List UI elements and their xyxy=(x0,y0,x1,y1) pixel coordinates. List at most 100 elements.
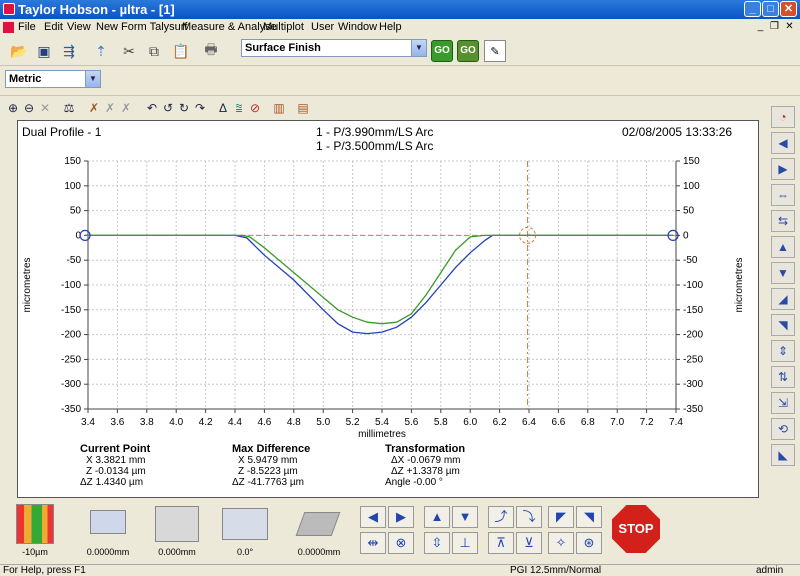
save-all-icon[interactable]: ⇶ xyxy=(58,40,80,62)
program-icon[interactable]: ✎ xyxy=(484,40,506,62)
document-icon[interactable] xyxy=(3,22,14,33)
mdi-restore-button[interactable]: ❐ xyxy=(768,21,781,33)
tilt-down-icon[interactable]: ◥ xyxy=(771,314,795,336)
x-axis-icon[interactable] xyxy=(90,510,126,534)
stop-button[interactable]: STOP xyxy=(612,505,660,553)
menu-window[interactable]: Window xyxy=(338,21,377,33)
run-icon[interactable]: ⇡ xyxy=(90,40,112,62)
mdi-close-button[interactable]: ✕ xyxy=(783,21,796,33)
gauge-range-icon[interactable] xyxy=(16,504,54,544)
level-left-icon[interactable]: ◀ xyxy=(771,132,795,154)
rotate-left-button[interactable]: ◤ xyxy=(548,506,574,528)
paste-icon[interactable]: 📋 xyxy=(170,40,192,62)
menu-user[interactable]: User xyxy=(311,21,334,33)
x-tick-label: 5.8 xyxy=(434,417,448,428)
save-icon[interactable]: ▣ xyxy=(33,40,55,62)
max-difference-z: Z -8.5223 µm xyxy=(238,466,298,477)
menu-multiplot[interactable]: Multiplot xyxy=(263,21,304,33)
chevron-down-icon[interactable]: ▼ xyxy=(85,71,100,87)
close-button[interactable]: ✕ xyxy=(780,1,797,17)
menu-edit[interactable]: Edit xyxy=(44,21,63,33)
y-tick-label-right: 0 xyxy=(683,230,689,241)
tilt-up-icon[interactable]: ◢ xyxy=(771,288,795,310)
y-tick-label-right: -300 xyxy=(683,379,703,390)
move-up-icon[interactable]: ▲ xyxy=(771,236,795,258)
cursor-2-icon[interactable]: ✗ xyxy=(102,100,118,116)
stretch-horizontal-icon[interactable]: ⇔ xyxy=(771,184,795,206)
y-tick-label-right: -350 xyxy=(683,404,703,415)
y-tick-label-right: 150 xyxy=(683,156,700,167)
cursor-icon[interactable]: ✗ xyxy=(86,100,102,116)
menu-file[interactable]: File xyxy=(18,21,36,33)
control-panel: -10µm 0.0000mm 0.000mm 0.0° 0.0000mm ◀ ▶… xyxy=(0,498,800,564)
fit-icon[interactable]: ⩰ xyxy=(231,100,247,116)
align-icon[interactable]: ⇲ xyxy=(771,392,795,414)
bar-chart-2-icon[interactable]: ▤ xyxy=(295,100,311,116)
move-down-button[interactable]: ▼ xyxy=(452,506,478,528)
stretch-vertical-icon[interactable]: ⇕ xyxy=(771,340,795,362)
plot-window: Dual Profile - 1 1 - P/3.990mm/LS Arc 1 … xyxy=(17,120,759,498)
arm-up-button[interactable]: ⤴ xyxy=(488,506,514,528)
datum-x-button[interactable]: ⊗ xyxy=(388,532,414,554)
undo-icon[interactable]: ↶ xyxy=(144,100,160,116)
zoom-in-icon[interactable]: ⊕ xyxy=(5,100,21,116)
delta-icon[interactable]: Δ xyxy=(215,100,231,116)
profile-series-2 xyxy=(85,234,674,325)
mdi-minimize-button[interactable]: _ xyxy=(754,21,767,33)
go-batch-button[interactable]: GO xyxy=(457,40,479,62)
arm-home-button[interactable]: ⊼ xyxy=(488,532,514,554)
units-select[interactable]: Metric ▼ xyxy=(5,70,101,88)
zoom-reset-icon[interactable]: ✕ xyxy=(37,100,53,116)
level-right-icon[interactable]: ▶ xyxy=(771,158,795,180)
rotate-home-button[interactable]: ✧ xyxy=(548,532,574,554)
measurement-type-select[interactable]: Surface Finish ▼ xyxy=(241,39,427,57)
open-icon[interactable]: 📂 xyxy=(8,40,30,62)
y-tick-label-right: 100 xyxy=(683,181,700,192)
rotate-datum-button[interactable]: ⊛ xyxy=(576,532,602,554)
pivot-icon[interactable]: ⟲ xyxy=(771,418,795,440)
arm-down-button[interactable]: ⤵ xyxy=(516,506,542,528)
chevron-down-icon[interactable]: ▼ xyxy=(411,40,426,56)
cursor-3-icon[interactable]: ✗ xyxy=(118,100,134,116)
move-up-button[interactable]: ▲ xyxy=(424,506,450,528)
max-difference-dz: ΔZ -41.7763 µm xyxy=(232,477,304,488)
rotate-right-icon[interactable]: ↻ xyxy=(176,100,192,116)
print-icon[interactable]: 🖶 xyxy=(200,40,222,62)
home-z-button[interactable]: ⇳ xyxy=(424,532,450,554)
cut-icon[interactable]: ✂ xyxy=(118,40,140,62)
gauge-icon[interactable]: ◔ xyxy=(771,106,795,128)
tilt-icon[interactable] xyxy=(222,508,268,540)
arm-datum-button[interactable]: ⊻ xyxy=(516,532,542,554)
status-bar: For Help, press F1 PGI 12.5mm/Normal adm… xyxy=(0,564,800,576)
menu-help[interactable]: Help xyxy=(379,21,402,33)
go-button[interactable]: GO xyxy=(431,40,453,62)
bar-chart-icon[interactable]: ▥ xyxy=(271,100,287,116)
rotate-right-button[interactable]: ◥ xyxy=(576,506,602,528)
z-column-icon[interactable] xyxy=(155,506,199,542)
current-point-title: Current Point xyxy=(80,443,151,455)
move-right-button[interactable]: ▶ xyxy=(388,506,414,528)
zoom-out-icon[interactable]: ⊖ xyxy=(21,100,37,116)
home-x-button[interactable]: ⇹ xyxy=(360,532,386,554)
copy-icon[interactable]: ⧉ xyxy=(143,40,165,62)
rotate-left-icon[interactable]: ↺ xyxy=(160,100,176,116)
move-down-icon[interactable]: ▼ xyxy=(771,262,795,284)
minimize-button[interactable]: _ xyxy=(744,1,761,17)
profile-chart[interactable]: 3.4 3.6 3.8 4.0 4.2 4.4 4.6 4.8 5.0 5.2 5.4 5.6 5.8 6… xyxy=(18,121,758,497)
menu-new-form-talysurf[interactable]: New Form Talysurf xyxy=(96,21,187,33)
scale-icon[interactable]: ⚖ xyxy=(61,100,77,116)
stage-icon[interactable] xyxy=(295,512,341,536)
menu-view[interactable]: View xyxy=(67,21,91,33)
redo-icon[interactable]: ↷ xyxy=(192,100,208,116)
datum-z-button[interactable]: ⊥ xyxy=(452,532,478,554)
remove-form-icon[interactable]: ⊘ xyxy=(247,100,263,116)
app-icon[interactable] xyxy=(3,3,15,15)
max-difference-x: X 5.9479 mm xyxy=(238,455,298,466)
shrink-vertical-icon[interactable]: ⇅ xyxy=(771,366,795,388)
current-point-dz: ΔZ 1.4340 µm xyxy=(80,477,144,488)
maximize-button[interactable]: □ xyxy=(762,1,779,17)
triangle-left-icon[interactable]: ◣ xyxy=(771,444,795,466)
shrink-horizontal-icon[interactable]: ⇆ xyxy=(771,210,795,232)
move-left-button[interactable]: ◀ xyxy=(360,506,386,528)
y-tick-label-right: -100 xyxy=(683,280,703,291)
